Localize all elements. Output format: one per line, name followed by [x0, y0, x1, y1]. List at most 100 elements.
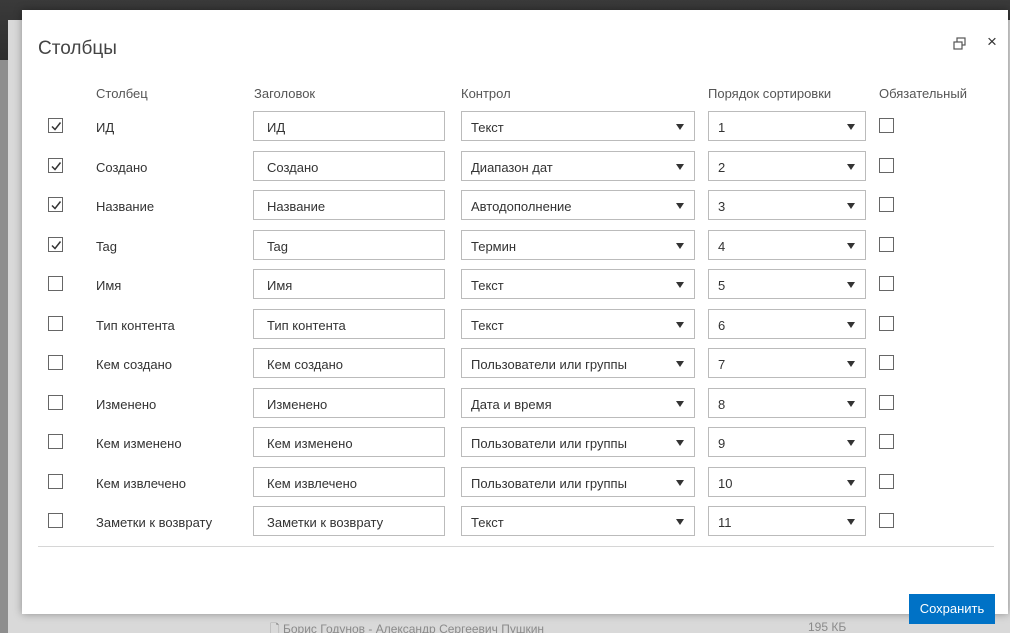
- row-enabled-checkbox[interactable]: [48, 316, 63, 331]
- dropdown-arrow-icon: [676, 480, 684, 486]
- column-title-input[interactable]: Tag: [253, 230, 445, 260]
- row-enabled-checkbox[interactable]: [48, 237, 63, 252]
- document-icon: 🗋: [270, 622, 283, 633]
- row-enabled-checkbox[interactable]: [48, 118, 63, 133]
- column-title-input[interactable]: Заметки к возврату: [253, 506, 445, 536]
- sort-order-value: 10: [718, 476, 733, 491]
- control-select[interactable]: Пользователи или группы: [461, 467, 695, 497]
- control-select[interactable]: Автодополнение: [461, 190, 695, 220]
- column-name: Кем изменено: [96, 436, 182, 451]
- control-select[interactable]: Текст: [461, 309, 695, 339]
- sort-order-select[interactable]: 2: [708, 151, 866, 181]
- column-title-input[interactable]: Название: [253, 190, 445, 220]
- control-select-value: Термин: [471, 239, 517, 254]
- dropdown-arrow-icon: [676, 440, 684, 446]
- required-checkbox[interactable]: [879, 316, 894, 331]
- required-checkbox[interactable]: [879, 474, 894, 489]
- control-select[interactable]: Текст: [461, 111, 695, 141]
- sort-order-value: 9: [718, 436, 726, 451]
- required-checkbox[interactable]: [879, 395, 894, 410]
- control-select-value: Пользователи или группы: [471, 436, 627, 451]
- table-row: Тип контента Тип контента Текст 6: [22, 309, 1008, 339]
- sort-order-value: 2: [718, 160, 726, 175]
- column-name: Кем создано: [96, 357, 172, 372]
- sort-order-select[interactable]: 5: [708, 269, 866, 299]
- dropdown-arrow-icon: [847, 282, 855, 288]
- checkmark-icon: [51, 201, 62, 210]
- required-checkbox[interactable]: [879, 434, 894, 449]
- columns-dialog: Столбцы × Столбец Заголовок Контрол Поря…: [22, 10, 1008, 624]
- sort-order-value: 6: [718, 318, 726, 333]
- control-select[interactable]: Пользователи или группы: [461, 427, 695, 457]
- row-enabled-checkbox[interactable]: [48, 434, 63, 449]
- row-enabled-checkbox[interactable]: [48, 158, 63, 173]
- dropdown-arrow-icon: [847, 203, 855, 209]
- required-checkbox[interactable]: [879, 513, 894, 528]
- control-select[interactable]: Текст: [461, 269, 695, 299]
- save-button[interactable]: Сохранить: [909, 594, 995, 624]
- header-control: Контрол: [461, 86, 511, 101]
- table-row: Изменено Изменено Дата и время 8: [22, 388, 1008, 418]
- table-row: ИД ИД Текст 1: [22, 111, 1008, 141]
- control-select[interactable]: Термин: [461, 230, 695, 260]
- dropdown-arrow-icon: [847, 519, 855, 525]
- column-title-input[interactable]: Тип контента: [253, 309, 445, 339]
- control-select-value: Текст: [471, 278, 504, 293]
- required-checkbox[interactable]: [879, 118, 894, 133]
- sort-order-select[interactable]: 6: [708, 309, 866, 339]
- sort-order-select[interactable]: 3: [708, 190, 866, 220]
- sort-order-value: 5: [718, 278, 726, 293]
- control-select[interactable]: Дата и время: [461, 388, 695, 418]
- row-enabled-checkbox[interactable]: [48, 276, 63, 291]
- sort-order-value: 11: [718, 515, 732, 530]
- row-enabled-checkbox[interactable]: [48, 513, 63, 528]
- restore-window-icon[interactable]: [952, 36, 968, 52]
- table-row: Кем изменено Кем изменено Пользователи или…: [22, 427, 1008, 457]
- row-enabled-checkbox[interactable]: [48, 395, 63, 410]
- control-select-value: Пользователи или группы: [471, 476, 627, 491]
- dropdown-arrow-icon: [676, 519, 684, 525]
- sort-order-select[interactable]: 9: [708, 427, 866, 457]
- row-enabled-checkbox[interactable]: [48, 355, 63, 370]
- table-row: Заметки к возврату Заметки к возврату Текс…: [22, 506, 1008, 536]
- required-checkbox[interactable]: [879, 197, 894, 212]
- control-select-value: Автодополнение: [471, 199, 572, 214]
- required-checkbox[interactable]: [879, 355, 894, 370]
- close-icon[interactable]: ×: [982, 32, 1002, 52]
- column-title-input[interactable]: Изменено: [253, 388, 445, 418]
- background-document-row: 🗋 Борис Годунов - Александр Сергеевич Пу…: [270, 620, 846, 633]
- row-enabled-checkbox[interactable]: [48, 197, 63, 212]
- column-title-input[interactable]: Кем изменено: [253, 427, 445, 457]
- control-select[interactable]: Диапазон дат: [461, 151, 695, 181]
- sort-order-select[interactable]: 1: [708, 111, 866, 141]
- column-name: Изменено: [96, 397, 157, 412]
- sort-order-select[interactable]: 10: [708, 467, 866, 497]
- dropdown-arrow-icon: [847, 480, 855, 486]
- control-select[interactable]: Текст: [461, 506, 695, 536]
- sort-order-select[interactable]: 4: [708, 230, 866, 260]
- control-select[interactable]: Пользователи или группы: [461, 348, 695, 378]
- required-checkbox[interactable]: [879, 237, 894, 252]
- table-row: Имя Имя Текст 5: [22, 269, 1008, 299]
- column-title-input[interactable]: Кем извлечено: [253, 467, 445, 497]
- sort-order-select[interactable]: 11: [708, 506, 866, 536]
- required-checkbox[interactable]: [879, 158, 894, 173]
- dropdown-arrow-icon: [847, 401, 855, 407]
- control-select-value: Текст: [471, 515, 504, 530]
- background-row-size: 195 КБ: [808, 620, 847, 633]
- checkmark-icon: [51, 162, 62, 171]
- sort-order-value: 3: [718, 199, 726, 214]
- sort-order-select[interactable]: 7: [708, 348, 866, 378]
- control-select-value: Пользователи или группы: [471, 357, 627, 372]
- required-checkbox[interactable]: [879, 276, 894, 291]
- column-title-input[interactable]: Имя: [253, 269, 445, 299]
- dropdown-arrow-icon: [676, 203, 684, 209]
- column-title-input[interactable]: Кем создано: [253, 348, 445, 378]
- column-title-input[interactable]: Создано: [253, 151, 445, 181]
- row-enabled-checkbox[interactable]: [48, 474, 63, 489]
- header-required: Обязательный: [879, 86, 967, 101]
- column-title-input[interactable]: ИД: [253, 111, 445, 141]
- sort-order-select[interactable]: 8: [708, 388, 866, 418]
- header-title: Заголовок: [254, 86, 316, 101]
- dropdown-arrow-icon: [847, 243, 855, 249]
